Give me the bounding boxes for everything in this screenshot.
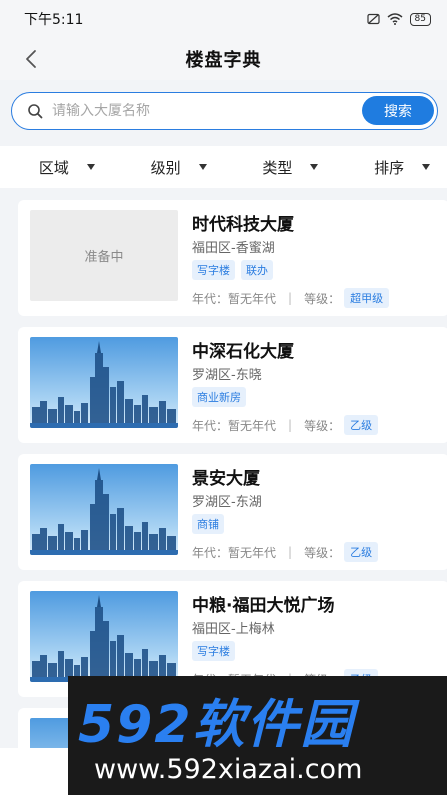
filter-level[interactable]: 级别 xyxy=(112,146,224,188)
building-meta: 年代： 暂无年代 | 等级： 乙级 xyxy=(192,415,379,435)
building-tags: 写字楼 xyxy=(192,641,235,661)
building-image xyxy=(30,591,178,682)
search-icon xyxy=(26,102,44,120)
filter-region[interactable]: 区域 xyxy=(0,146,112,188)
caret-down-icon xyxy=(310,164,319,170)
wifi-icon xyxy=(387,13,403,25)
divider: | xyxy=(288,545,293,559)
back-button[interactable] xyxy=(18,46,44,72)
building-name: 中深石化大厦 xyxy=(192,342,294,362)
filter-label: 排序 xyxy=(374,158,405,177)
building-image xyxy=(30,464,178,555)
building-tag: 商业新房 xyxy=(192,387,246,407)
building-image xyxy=(30,337,178,428)
filter-sort[interactable]: 排序 xyxy=(335,146,447,188)
building-location: 福田区-上梅林 xyxy=(192,622,275,637)
chevron-left-icon xyxy=(26,50,36,68)
silent-mode-icon xyxy=(366,13,380,25)
building-card[interactable]: 准备中 时代科技大厦 福田区-香蜜湖 写字楼 联办 年代： 暂无年代 | 等级：… xyxy=(18,200,447,316)
building-card[interactable]: 景安大厦 罗湖区-东湖 商铺 年代： 暂无年代 | 等级： 乙级 xyxy=(18,454,447,570)
building-level-badge: 乙级 xyxy=(344,542,379,562)
building-year: 暂无年代 xyxy=(228,418,277,433)
title-bar: 楼盘字典 xyxy=(0,38,447,80)
building-meta: 年代： 暂无年代 | 等级： 超甲级 xyxy=(192,288,390,308)
building-location: 罗湖区-东晓 xyxy=(192,368,262,383)
building-name: 中粮·福田大悦广场 xyxy=(192,596,335,616)
building-tags: 商业新房 xyxy=(192,387,246,407)
status-bar: 下午5:11 85 xyxy=(0,0,447,38)
building-year: 暂无年代 xyxy=(228,545,277,560)
building-tag: 写字楼 xyxy=(192,260,235,280)
status-time: 下午5:11 xyxy=(24,12,84,28)
filter-label: 级别 xyxy=(150,158,181,177)
year-label: 年代： xyxy=(192,291,229,306)
watermark-url: www.592xiazai.com xyxy=(94,754,363,785)
filter-bar: 区域 级别 类型 排序 xyxy=(0,146,447,188)
building-name: 景安大厦 xyxy=(192,469,260,489)
search-button[interactable]: 搜索 xyxy=(362,96,434,125)
divider: | xyxy=(288,418,293,432)
building-image-placeholder: 准备中 xyxy=(30,210,178,301)
building-location: 罗湖区-东湖 xyxy=(192,495,262,510)
building-tag: 联办 xyxy=(241,260,273,280)
battery-icon: 85 xyxy=(409,12,431,26)
caret-down-icon xyxy=(198,164,207,170)
building-year: 暂无年代 xyxy=(228,291,277,306)
building-level-badge: 乙级 xyxy=(344,415,379,435)
watermark-banner: 592软件园 www.592xiazai.com xyxy=(68,676,447,795)
building-card[interactable]: 中深石化大厦 罗湖区-东晓 商业新房 年代： 暂无年代 | 等级： 乙级 xyxy=(18,327,447,443)
building-meta: 年代： 暂无年代 | 等级： 乙级 xyxy=(192,542,379,562)
level-label: 等级： xyxy=(304,291,341,306)
caret-down-icon xyxy=(422,164,431,170)
building-tag: 商铺 xyxy=(192,514,224,534)
level-label: 等级： xyxy=(304,545,341,560)
building-location: 福田区-香蜜湖 xyxy=(192,241,275,256)
search-bar: 搜索 xyxy=(11,92,438,130)
building-tags: 写字楼 联办 xyxy=(192,260,273,280)
filter-label: 区域 xyxy=(38,158,69,177)
watermark-brand: 592软件园 xyxy=(78,695,355,755)
bottom-strip xyxy=(0,748,68,795)
year-label: 年代： xyxy=(192,418,229,433)
building-tags: 商铺 xyxy=(192,514,224,534)
caret-down-icon xyxy=(86,164,95,170)
building-level-badge: 超甲级 xyxy=(344,288,390,308)
year-label: 年代： xyxy=(192,545,229,560)
filter-label: 类型 xyxy=(262,158,293,177)
page-title: 楼盘字典 xyxy=(185,50,262,71)
status-icons: 85 xyxy=(366,12,431,26)
divider: | xyxy=(288,291,293,305)
building-name: 时代科技大厦 xyxy=(192,215,294,235)
filter-type[interactable]: 类型 xyxy=(224,146,336,188)
building-tag: 写字楼 xyxy=(192,641,235,661)
level-label: 等级： xyxy=(304,418,341,433)
